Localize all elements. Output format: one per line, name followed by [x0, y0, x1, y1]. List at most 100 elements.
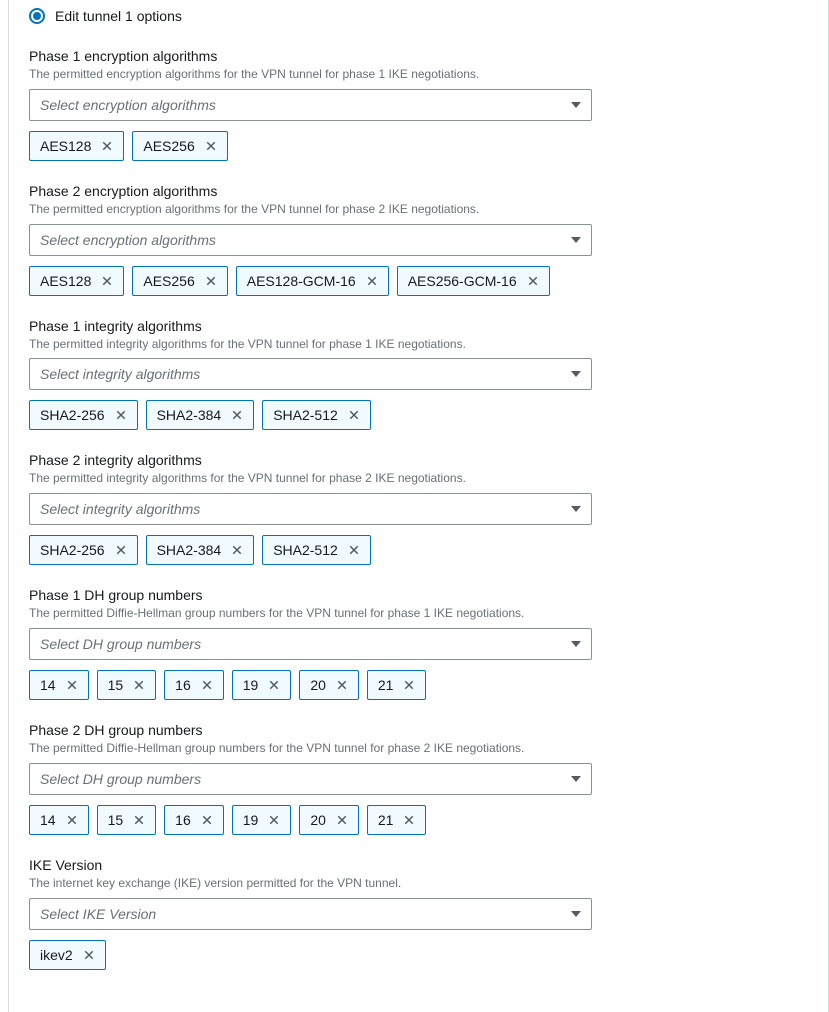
token-label: AES128-GCM-16	[247, 273, 356, 289]
token: 14	[29, 670, 89, 700]
token-row: 141516192021	[29, 805, 808, 835]
close-icon[interactable]	[113, 542, 129, 558]
close-icon[interactable]	[203, 273, 219, 289]
caret-down-icon	[571, 641, 581, 647]
close-icon[interactable]	[64, 812, 80, 828]
token: AES256-GCM-16	[397, 266, 550, 296]
p1int-select[interactable]: Select integrity algorithms	[29, 358, 592, 390]
token: SHA2-256	[29, 535, 138, 565]
field-p2dh: Phase 2 DH group numbers The permitted Di…	[29, 722, 808, 835]
token-label: 21	[378, 812, 394, 828]
field-label: Phase 1 encryption algorithms	[29, 48, 808, 64]
field-label: IKE Version	[29, 857, 808, 873]
close-icon[interactable]	[401, 812, 417, 828]
close-icon[interactable]	[334, 677, 350, 693]
p1dh-select[interactable]: Select DH group numbers	[29, 628, 592, 660]
close-icon[interactable]	[113, 407, 129, 423]
radio-icon	[29, 8, 45, 24]
field-label: Phase 1 integrity algorithms	[29, 318, 808, 334]
token-label: ikev2	[40, 947, 73, 963]
token: SHA2-256	[29, 400, 138, 430]
field-desc: The permitted integrity algorithms for t…	[29, 470, 808, 487]
p2dh-select[interactable]: Select DH group numbers	[29, 763, 592, 795]
token-label: 14	[40, 812, 56, 828]
field-p2enc: Phase 2 encryption algorithms The permitt…	[29, 183, 808, 296]
field-p1enc: Phase 1 encryption algorithms The permitt…	[29, 48, 808, 161]
token: AES128	[29, 266, 124, 296]
token-label: 16	[175, 812, 191, 828]
token-label: SHA2-256	[40, 542, 105, 558]
token: AES128	[29, 131, 124, 161]
close-icon[interactable]	[525, 273, 541, 289]
close-icon[interactable]	[346, 407, 362, 423]
field-p1dh: Phase 1 DH group numbers The permitted Di…	[29, 587, 808, 700]
field-desc: The permitted Diffie-Hellman group numbe…	[29, 605, 808, 622]
token-label: SHA2-384	[157, 542, 222, 558]
token: AES128-GCM-16	[236, 266, 389, 296]
edit-tunnel-1-radio-row[interactable]: Edit tunnel 1 options	[29, 8, 808, 24]
close-icon[interactable]	[334, 812, 350, 828]
token: SHA2-384	[146, 400, 255, 430]
token: AES256	[132, 266, 227, 296]
token-label: 15	[108, 812, 124, 828]
select-placeholder: Select encryption algorithms	[40, 97, 216, 113]
token-row: 141516192021	[29, 670, 808, 700]
token-label: AES256-GCM-16	[408, 273, 517, 289]
select-placeholder: Select IKE Version	[40, 906, 156, 922]
close-icon[interactable]	[229, 407, 245, 423]
caret-down-icon	[571, 237, 581, 243]
token-row: ikev2	[29, 940, 808, 970]
token: AES256	[132, 131, 227, 161]
token: SHA2-384	[146, 535, 255, 565]
field-desc: The permitted Diffie-Hellman group numbe…	[29, 740, 808, 757]
token-row: SHA2-256 SHA2-384 SHA2-512	[29, 400, 808, 430]
close-icon[interactable]	[364, 273, 380, 289]
token-label: AES256	[143, 138, 194, 154]
token: 14	[29, 805, 89, 835]
close-icon[interactable]	[199, 677, 215, 693]
caret-down-icon	[571, 506, 581, 512]
token: 15	[97, 670, 157, 700]
close-icon[interactable]	[229, 542, 245, 558]
caret-down-icon	[571, 371, 581, 377]
token: 21	[367, 805, 427, 835]
token-label: 19	[243, 677, 259, 693]
ike-select[interactable]: Select IKE Version	[29, 898, 592, 930]
token-label: 14	[40, 677, 56, 693]
token: SHA2-512	[262, 535, 371, 565]
token-label: 21	[378, 677, 394, 693]
select-placeholder: Select integrity algorithms	[40, 501, 200, 517]
close-icon[interactable]	[131, 677, 147, 693]
p1enc-select[interactable]: Select encryption algorithms	[29, 89, 592, 121]
token-label: SHA2-512	[273, 407, 338, 423]
field-label: Phase 1 DH group numbers	[29, 587, 808, 603]
close-icon[interactable]	[203, 138, 219, 154]
caret-down-icon	[571, 102, 581, 108]
token: 21	[367, 670, 427, 700]
token: ikev2	[29, 940, 106, 970]
close-icon[interactable]	[401, 677, 417, 693]
close-icon[interactable]	[64, 677, 80, 693]
field-label: Phase 2 DH group numbers	[29, 722, 808, 738]
token-label: AES128	[40, 138, 91, 154]
token-label: SHA2-384	[157, 407, 222, 423]
close-icon[interactable]	[266, 812, 282, 828]
p2enc-select[interactable]: Select encryption algorithms	[29, 224, 592, 256]
token-row: SHA2-256 SHA2-384 SHA2-512	[29, 535, 808, 565]
token-label: 19	[243, 812, 259, 828]
close-icon[interactable]	[99, 273, 115, 289]
close-icon[interactable]	[266, 677, 282, 693]
p2int-select[interactable]: Select integrity algorithms	[29, 493, 592, 525]
close-icon[interactable]	[131, 812, 147, 828]
field-label: Phase 2 encryption algorithms	[29, 183, 808, 199]
token: 20	[299, 670, 359, 700]
close-icon[interactable]	[81, 947, 97, 963]
close-icon[interactable]	[346, 542, 362, 558]
token-row: AES128 AES256 AES128-GCM-16 AES256-GCM-16	[29, 266, 808, 296]
close-icon[interactable]	[199, 812, 215, 828]
field-desc: The permitted encryption algorithms for …	[29, 201, 808, 218]
field-desc: The permitted encryption algorithms for …	[29, 66, 808, 83]
select-placeholder: Select encryption algorithms	[40, 232, 216, 248]
token: 15	[97, 805, 157, 835]
close-icon[interactable]	[99, 138, 115, 154]
